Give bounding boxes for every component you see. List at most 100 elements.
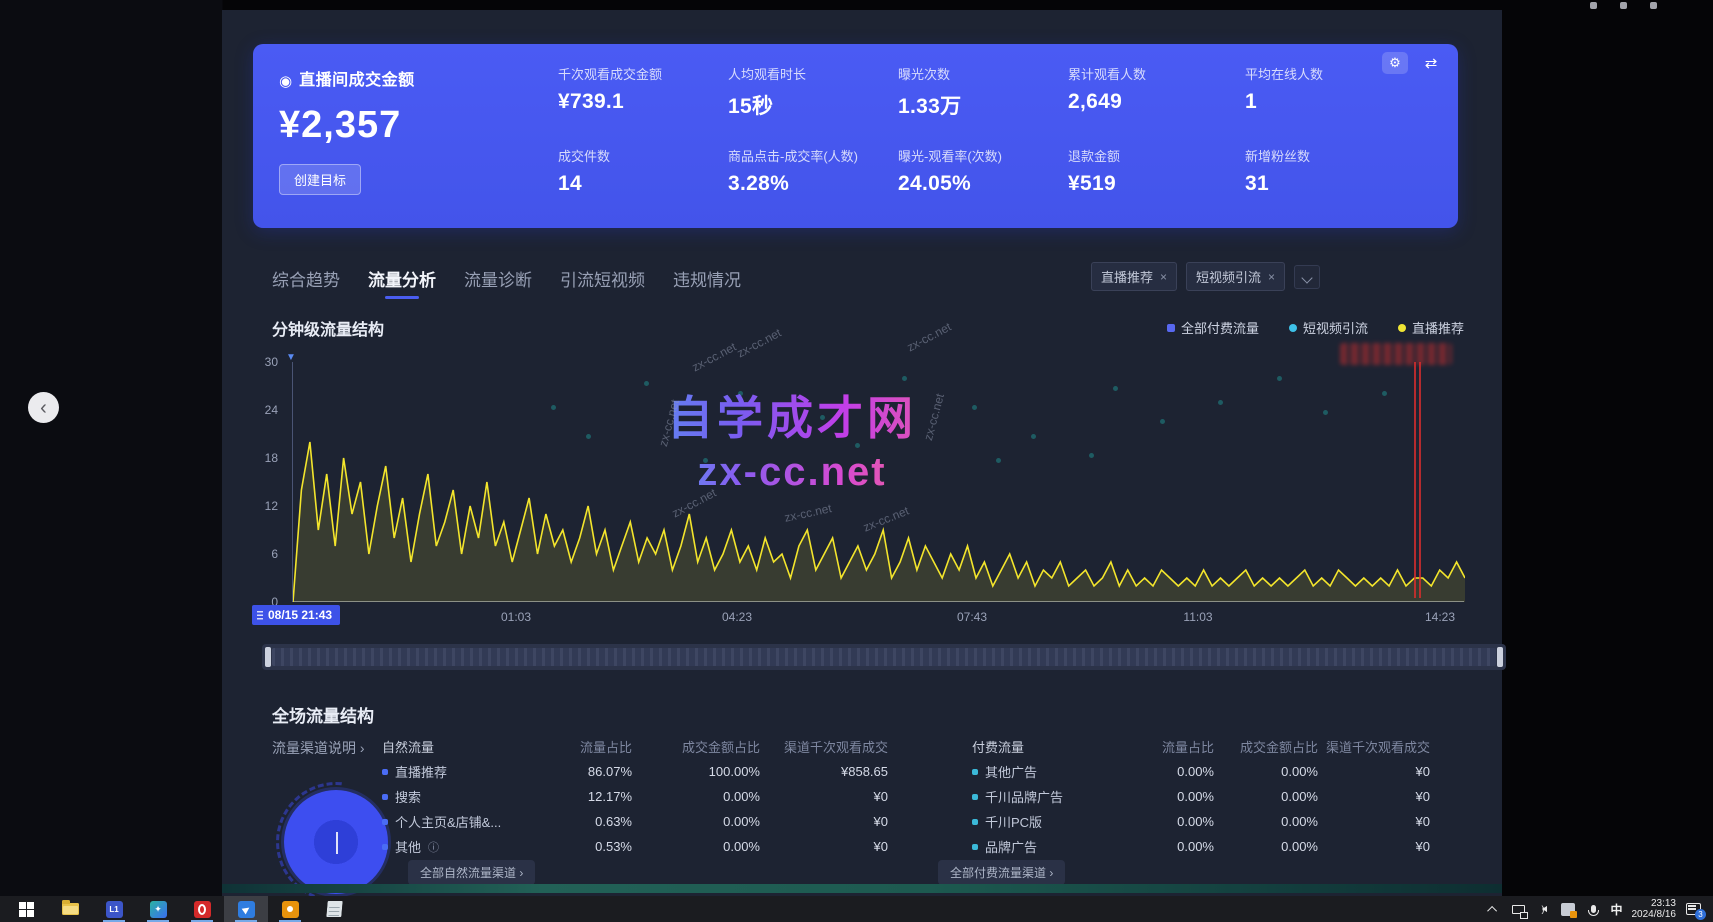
taskbar-orange-app[interactable]: [268, 896, 312, 922]
microphone-icon: [1591, 905, 1596, 913]
tray-chevron-up[interactable]: [1485, 901, 1501, 917]
overlay-mini-icon: [1620, 2, 1627, 9]
table-row-label: 其他广告: [972, 762, 1122, 781]
taskbar-notepad-app[interactable]: [312, 896, 356, 922]
close-icon[interactable]: ×: [1160, 270, 1167, 284]
metric-value: ¥739.1: [558, 90, 728, 114]
metric-label: 曝光次数: [898, 64, 1068, 83]
target-icon: ◉: [279, 72, 292, 90]
notification-center[interactable]: 3: [1685, 901, 1701, 917]
minute-traffic-chart[interactable]: [292, 362, 1464, 602]
cell-share: 0.00%: [1122, 789, 1214, 804]
info-icon[interactable]: ⓘ: [428, 839, 439, 855]
scatter-dot: [1089, 453, 1094, 458]
time-range-slider[interactable]: [262, 644, 1506, 670]
chevron-left-icon: ‹: [40, 397, 47, 419]
column-header: 付费流量: [972, 737, 1122, 756]
paid-traffic-table: 付费流量 流量占比 成交金额占比 渠道千次观看成交 其他广告 0.00% 0.0…: [972, 734, 1430, 859]
kpi-metrics-grid: 千次观看成交金额¥739.1 人均观看时长15秒 曝光次数1.33万 累计观看人…: [558, 64, 1438, 196]
scatter-dot: [644, 381, 649, 386]
teams-app-icon: ✦: [150, 901, 167, 918]
metric-cell: 商品点击-成交率(人数)3.28%: [728, 146, 898, 196]
metric-cell: 成交件数14: [558, 146, 728, 196]
scatter-dot: [820, 415, 825, 420]
taskbar-l1-app[interactable]: L1: [92, 896, 136, 922]
tab-bar: 综合趋势 流量分析 流量诊断 引流短视频 违规情况: [272, 266, 741, 299]
series-dot-icon: [382, 844, 388, 850]
table-row-label: 其他ⓘ: [382, 837, 528, 856]
scatter-dot: [1277, 376, 1282, 381]
metric-value: 31: [1245, 172, 1415, 196]
filter-tag-short-video[interactable]: 短视频引流×: [1186, 262, 1285, 291]
tab-overall-trend[interactable]: 综合趋势: [272, 266, 340, 299]
all-natural-channels-link[interactable]: 全部自然流量渠道 ›: [408, 860, 535, 885]
red-marker-line: [1419, 362, 1421, 598]
slider-handle-left[interactable]: [265, 647, 271, 667]
small-watermark: zx-cc.net: [735, 326, 784, 361]
l1-app-icon: L1: [106, 901, 123, 918]
cell-per-k: ¥858.65: [760, 764, 888, 779]
y-tick: 24: [250, 403, 278, 417]
metric-cell: 平均在线人数1: [1245, 64, 1415, 120]
metric-cell: 曝光-观看率(次数)24.05%: [898, 146, 1068, 196]
filter-tag-live-recommend[interactable]: 直播推荐×: [1091, 262, 1177, 291]
overlay-mini-icon: [1650, 2, 1657, 9]
column-header: 成交金额占比: [1214, 737, 1318, 756]
all-paid-channels-link[interactable]: 全部付费流量渠道 ›: [938, 860, 1065, 885]
tab-short-video[interactable]: 引流短视频: [560, 266, 645, 299]
legend-short-video[interactable]: 短视频引流: [1289, 318, 1368, 337]
cell-share: 0.00%: [1122, 839, 1214, 854]
metric-label: 曝光-观看率(次数): [898, 146, 1068, 165]
taskbar-opera-app[interactable]: [180, 896, 224, 922]
filter-tags: 直播推荐× 短视频引流×: [1091, 262, 1320, 291]
legend-live-recommend[interactable]: 直播推荐: [1398, 318, 1464, 337]
metric-cell: 新增粉丝数31: [1245, 146, 1415, 196]
scatter-dot: [703, 458, 708, 463]
tab-traffic-analysis[interactable]: 流量分析: [368, 266, 436, 299]
traffic-donut-chart[interactable]: [284, 790, 388, 894]
close-icon[interactable]: ×: [1268, 270, 1275, 284]
cell-share: 12.17%: [528, 789, 632, 804]
orange-app-icon: [282, 901, 299, 918]
cell-per-k: ¥0: [760, 839, 888, 854]
column-header: 自然流量: [382, 737, 528, 756]
cell-per-k: ¥0: [760, 814, 888, 829]
windows-logo-icon: [19, 902, 34, 917]
scatter-dot: [1218, 400, 1223, 405]
filter-dropdown-button[interactable]: [1294, 265, 1320, 289]
tray-network[interactable]: [1510, 901, 1526, 917]
series-dot-icon: [382, 769, 388, 775]
cell-share: 86.07%: [528, 764, 632, 779]
active-tab-underline: [385, 296, 419, 299]
taskbar-file-explorer[interactable]: [48, 896, 92, 922]
legend-label: 全部付费流量: [1181, 318, 1259, 337]
x-axis-start-badge[interactable]: 08/15 21:43: [252, 605, 340, 625]
taskbar-browser-active[interactable]: ▶: [224, 896, 268, 922]
back-button[interactable]: ‹: [28, 392, 59, 423]
scatter-dot: [972, 405, 977, 410]
create-goal-button[interactable]: 创建目标: [279, 164, 361, 195]
start-button[interactable]: [4, 896, 48, 922]
system-tray: ) 中 23:13 2024/8/16 3: [1485, 896, 1707, 922]
series-dot-icon: [382, 819, 388, 825]
slider-handle-right[interactable]: [1497, 647, 1503, 667]
tray-app-badge[interactable]: [1560, 901, 1576, 917]
taskbar-clock[interactable]: 23:13 2024/8/16: [1632, 898, 1677, 921]
tray-volume[interactable]: ): [1535, 901, 1551, 917]
tab-violations[interactable]: 违规情况: [673, 266, 741, 299]
tab-traffic-diagnosis[interactable]: 流量诊断: [464, 266, 532, 299]
legend-paid-traffic[interactable]: 全部付费流量: [1167, 318, 1259, 337]
table-row-label: 个人主页&店铺&...: [382, 812, 528, 831]
legend-dot-icon: [1289, 324, 1297, 332]
cell-gmv-share: 100.00%: [632, 764, 760, 779]
taskbar-teams-app[interactable]: ✦: [136, 896, 180, 922]
cell-per-k: ¥0: [760, 789, 888, 804]
scatter-dot: [855, 443, 860, 448]
scatter-dot: [1031, 434, 1036, 439]
column-header: 渠道千次观看成交: [1318, 737, 1430, 756]
column-header: 渠道千次观看成交: [760, 737, 888, 756]
tray-microphone[interactable]: [1585, 901, 1601, 917]
channel-help-link[interactable]: 流量渠道说明 ›: [272, 738, 365, 758]
ime-indicator[interactable]: 中: [1610, 901, 1622, 918]
metric-value: 15秒: [728, 90, 898, 120]
